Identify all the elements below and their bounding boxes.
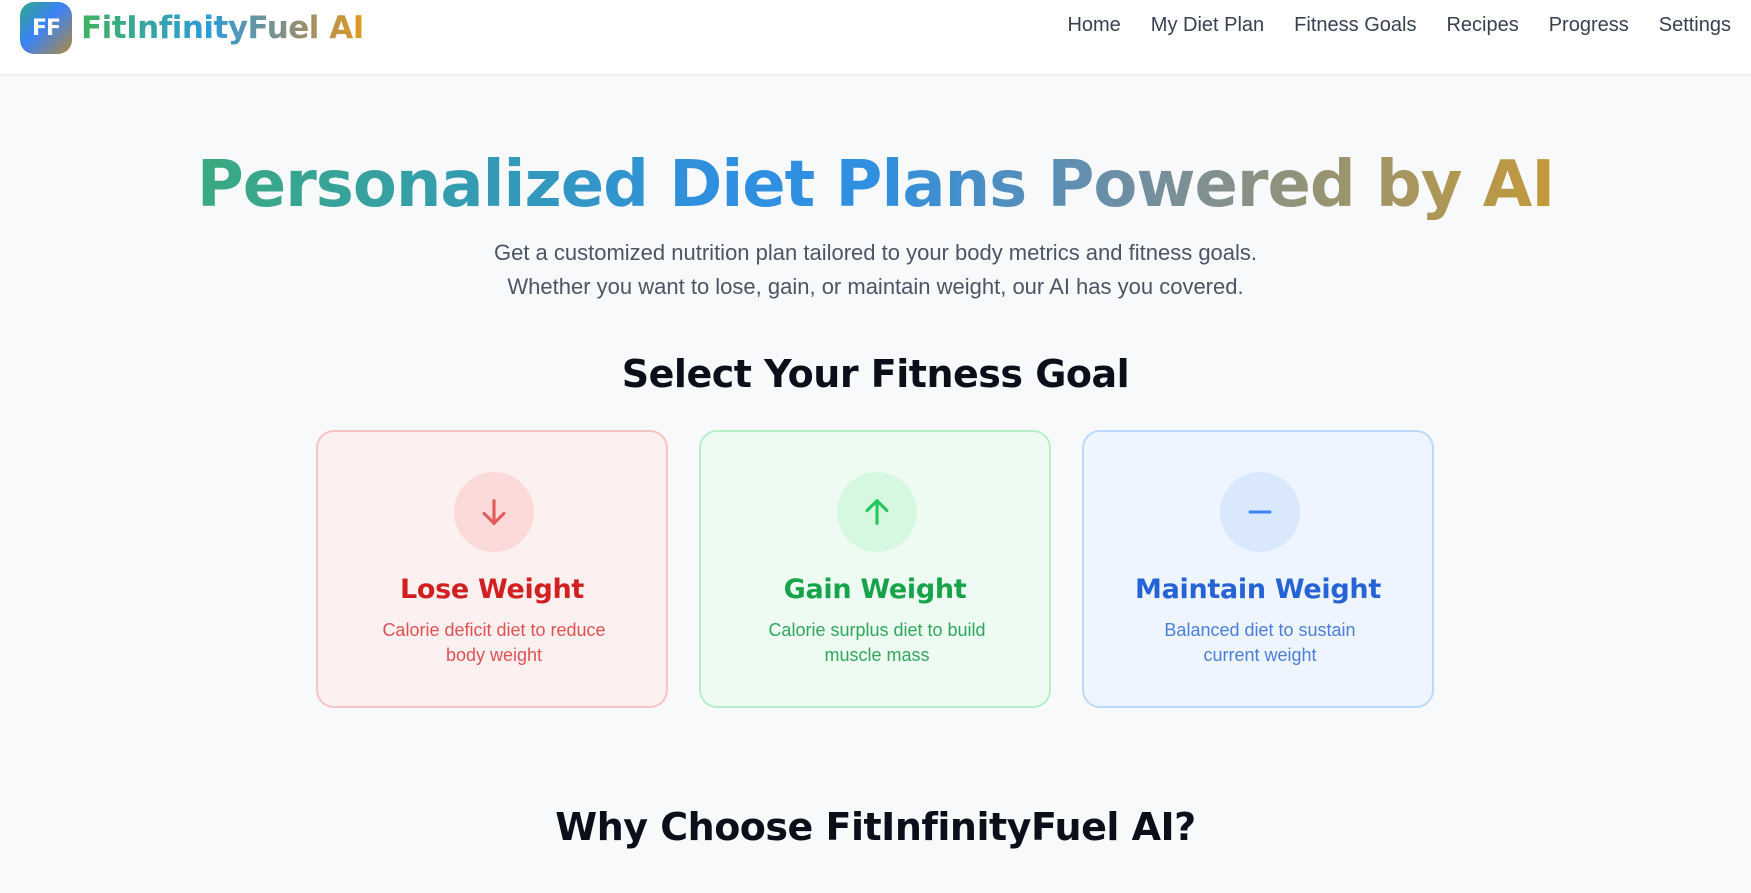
main-nav: Home My Diet Plan Fitness Goals Recipes … <box>1037 14 1731 37</box>
hero-subtitle-line1: Get a customized nutrition plan tailored… <box>493 240 1258 265</box>
nav-item-recipes[interactable]: Recipes <box>1446 14 1518 37</box>
nav-item-home[interactable]: Home <box>1067 14 1120 37</box>
hero-title-text: Personalized Diet Plans Powered by AI <box>196 148 1555 222</box>
goal-card-gain-weight[interactable]: Gain Weight Calorie surplus diet to buil… <box>699 430 1051 708</box>
goal-card-description: Calorie deficit diet to reduce body weig… <box>382 620 606 665</box>
hero-title: Personalized Diet Plans Powered by AI <box>0 148 1751 222</box>
nav-item-settings[interactable]: Settings <box>1659 14 1731 37</box>
goal-card-description: Balanced diet to sustain current weight <box>1164 620 1356 665</box>
goal-card-maintain-weight[interactable]: Maintain Weight Balanced diet to sustain… <box>1082 430 1434 708</box>
goal-card-title: Lose Weight <box>399 574 585 605</box>
minus-icon <box>1220 472 1300 552</box>
arrow-up-icon <box>837 472 917 552</box>
nav-item-fitness-goals[interactable]: Fitness Goals <box>1294 14 1416 37</box>
nav-item-progress[interactable]: Progress <box>1549 14 1629 37</box>
goal-card-lose-weight[interactable]: Lose Weight Calorie deficit diet to redu… <box>316 430 668 708</box>
brand-name: FitInfinityFuel AI <box>81 10 364 46</box>
brand-logo[interactable]: FF FitInfinityFuel AI <box>20 2 364 54</box>
site-header: FF FitInfinityFuel AI Home My Diet Plan … <box>0 0 1751 74</box>
goal-card-title: Maintain Weight <box>1135 574 1381 605</box>
goal-card-title: Gain Weight <box>783 574 967 605</box>
goal-section-heading: Select Your Fitness Goal <box>621 352 1130 396</box>
logo-badge-icon: FF <box>20 2 72 54</box>
goal-card-description: Calorie surplus diet to build muscle mas… <box>768 620 986 665</box>
arrow-down-icon <box>454 472 534 552</box>
hero-subtitle-line2: Whether you want to lose, gain, or maint… <box>507 274 1244 299</box>
why-section-heading: Why Choose FitInfinityFuel AI? <box>555 805 1196 849</box>
nav-item-my-diet-plan[interactable]: My Diet Plan <box>1151 14 1264 37</box>
